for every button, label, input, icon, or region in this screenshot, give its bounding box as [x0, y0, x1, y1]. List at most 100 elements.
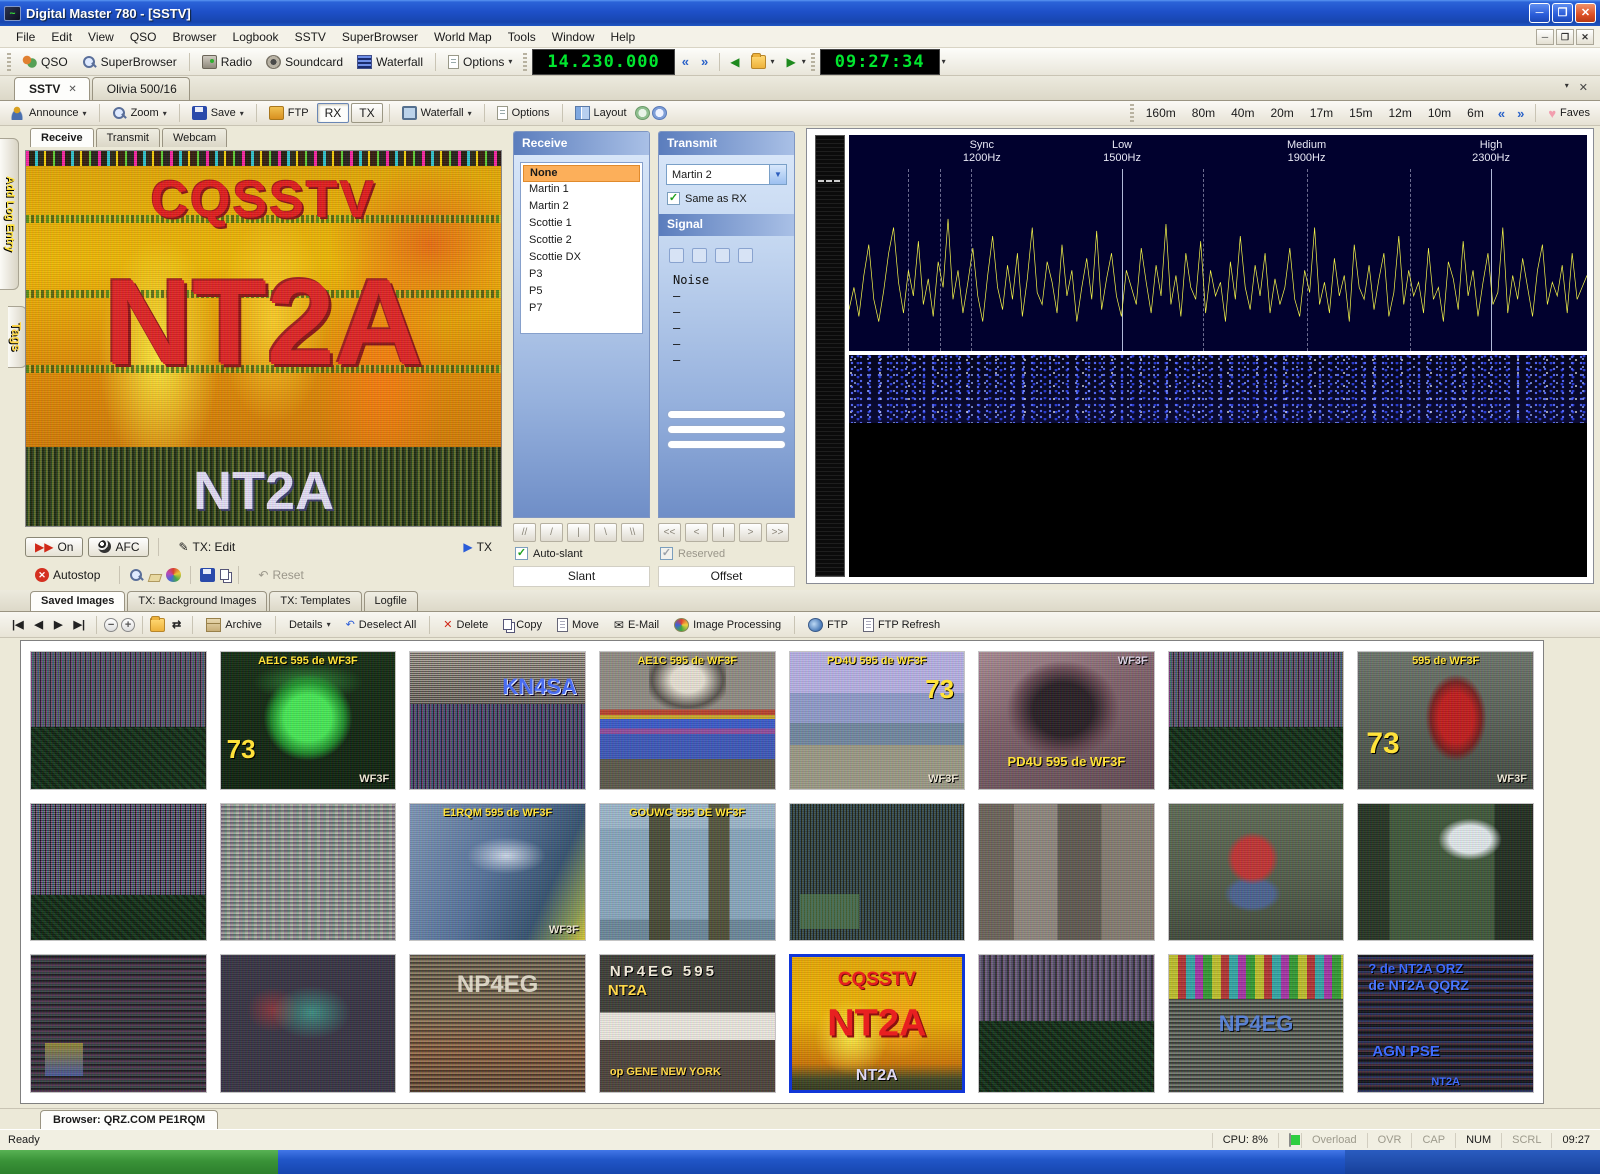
layout-button[interactable]: Layout: [569, 104, 633, 122]
gallery-thumbnail[interactable]: [220, 954, 397, 1093]
menu-tools[interactable]: Tools: [500, 27, 544, 47]
gallery-thumbnail[interactable]: GOUWC 595 DE WF3F: [599, 803, 776, 942]
mode-p3[interactable]: P3: [523, 267, 640, 284]
tab-saved-images[interactable]: Saved Images: [30, 591, 125, 611]
level-bar[interactable]: [667, 440, 786, 449]
offset-button[interactable]: >>: [766, 523, 789, 542]
band-160m[interactable]: 160m: [1139, 104, 1183, 122]
gallery-thumbnail[interactable]: NP4EG 595NT2Aop GENE NEW YORK: [599, 954, 776, 1093]
gallery-thumbnail[interactable]: [978, 954, 1155, 1093]
band-forward-button[interactable]: »: [1512, 106, 1529, 121]
email-button[interactable]: ✉E-Mail: [608, 616, 665, 634]
mode-p5[interactable]: P5: [523, 284, 640, 301]
save-button[interactable]: Save▾: [186, 104, 250, 122]
slant-button[interactable]: \\: [621, 523, 644, 542]
menu-edit[interactable]: Edit: [43, 27, 80, 47]
afc-button[interactable]: AFC: [88, 537, 149, 557]
tab-logfile[interactable]: Logfile: [364, 591, 418, 611]
save-image-icon[interactable]: [200, 568, 215, 582]
signal-square-button[interactable]: [738, 248, 753, 263]
offset-label-bar[interactable]: Offset: [658, 566, 795, 587]
sstv-options-button[interactable]: Options: [491, 104, 556, 122]
tx-mode-combobox[interactable]: Martin 2 ▼: [666, 164, 787, 185]
ftp-button[interactable]: FTP: [802, 616, 854, 634]
move-button[interactable]: Move: [551, 616, 605, 634]
signal-item[interactable]: –: [673, 289, 780, 305]
tab-close-button[interactable]: ✕: [1579, 81, 1588, 94]
signal-item[interactable]: –: [673, 305, 780, 321]
signal-square-button[interactable]: [715, 248, 730, 263]
announce-button[interactable]: Announce▾: [4, 104, 93, 122]
slant-button[interactable]: \: [594, 523, 617, 542]
signal-item[interactable]: –: [673, 353, 780, 369]
magnifier-icon[interactable]: [129, 568, 144, 582]
mode-scottiedx[interactable]: Scottie DX: [523, 250, 640, 267]
gallery-thumbnail[interactable]: NP4EG: [409, 954, 586, 1093]
open-folder-icon[interactable]: [150, 618, 165, 632]
gallery-thumbnail[interactable]: E1RQM 595 de WF3FWF3F: [409, 803, 586, 942]
tx-toggle[interactable]: TX: [351, 103, 382, 123]
band-10m[interactable]: 10m: [1421, 104, 1458, 122]
tab-browser-qrz[interactable]: Browser: QRZ.COM PE1RQM: [40, 1110, 218, 1129]
first-image-button[interactable]: |◀: [8, 616, 28, 633]
prev-button[interactable]: ◀: [726, 55, 743, 69]
menu-file[interactable]: File: [8, 27, 43, 47]
gallery-thumbnail-selected[interactable]: CQSSTVNT2ANT2A: [789, 954, 966, 1093]
menu-qso[interactable]: QSO: [122, 27, 165, 47]
band-12m[interactable]: 12m: [1381, 104, 1418, 122]
windows-taskbar[interactable]: [0, 1150, 1600, 1174]
slant-button[interactable]: //: [513, 523, 536, 542]
menu-browser[interactable]: Browser: [165, 27, 225, 47]
freq-back-button[interactable]: «: [677, 54, 694, 69]
signal-item[interactable]: –: [673, 337, 780, 353]
chevron-down-icon[interactable]: ▼: [769, 165, 786, 184]
gallery-thumbnail[interactable]: [220, 803, 397, 942]
gallery-thumbnail[interactable]: [789, 803, 966, 942]
details-button[interactable]: Details▾: [283, 617, 337, 633]
band-40m[interactable]: 40m: [1224, 104, 1261, 122]
child-minimize-button[interactable]: ─: [1536, 29, 1554, 45]
signal-square-button[interactable]: [692, 248, 707, 263]
next-image-button[interactable]: ▶: [50, 616, 66, 633]
gallery-thumbnail[interactable]: 595 de WF3F73WF3F: [1357, 651, 1534, 790]
menu-sstv[interactable]: SSTV: [287, 27, 334, 47]
clock-display[interactable]: 09:27:34: [820, 49, 940, 75]
delete-button[interactable]: ✕Delete: [437, 616, 494, 633]
soundcard-button[interactable]: Soundcard: [260, 53, 349, 71]
mode-martin1[interactable]: Martin 1: [523, 182, 640, 199]
tab-webcam[interactable]: Webcam: [162, 128, 227, 147]
level-bar[interactable]: [667, 410, 786, 419]
menu-logbook[interactable]: Logbook: [225, 27, 287, 47]
gallery-thumbnail[interactable]: [30, 803, 207, 942]
spectrum-display[interactable]: Sync1200Hz Low1500Hz Medium1900Hz High23…: [849, 135, 1587, 351]
checkbox-checked-icon[interactable]: ✓: [667, 192, 680, 205]
mode-scottie2[interactable]: Scottie 2: [523, 233, 640, 250]
frequency-display[interactable]: 14.230.000: [532, 49, 674, 75]
gallery-thumbnail[interactable]: ? de NT2A ORZde NT2A QQRZAGN PSENT2A: [1357, 954, 1534, 1093]
tab-tx-background-images[interactable]: TX: Background Images: [127, 591, 267, 611]
slant-button[interactable]: |: [567, 523, 590, 542]
copy-button[interactable]: Copy: [497, 617, 548, 633]
faves-button[interactable]: ♥Faves: [1542, 104, 1596, 123]
tx-button[interactable]: ▶TX: [453, 537, 502, 557]
gallery-thumbnail[interactable]: AE1C 595 de WF3F73WF3F: [220, 651, 397, 790]
waterfall-history[interactable]: [849, 423, 1587, 577]
band-20m[interactable]: 20m: [1263, 104, 1300, 122]
sidebar-tab-add-log-entry[interactable]: Add Log Entry: [0, 138, 19, 290]
zoom-in-icon[interactable]: +: [121, 618, 135, 632]
waterfall-view-button[interactable]: Waterfall▾: [396, 104, 478, 122]
taskbar-start-area[interactable]: [0, 1150, 278, 1174]
palette-icon[interactable]: [166, 568, 181, 582]
autostop-button[interactable]: ✕Autostop: [25, 565, 110, 585]
previous-image-button[interactable]: ◀: [31, 616, 47, 633]
same-as-rx-row[interactable]: ✓ Same as RX: [659, 189, 794, 208]
gallery-thumbnail[interactable]: [978, 803, 1155, 942]
signal-item[interactable]: –: [673, 321, 780, 337]
reset-button[interactable]: ↶Reset: [248, 565, 313, 585]
band-6m[interactable]: 6m: [1460, 104, 1491, 122]
mode-none[interactable]: None: [523, 165, 640, 182]
zoom-button[interactable]: Zoom▾: [106, 104, 173, 122]
tx-edit-button[interactable]: ✎TX: Edit: [168, 537, 245, 557]
gallery-thumbnail[interactable]: WF3FPD4U 595 de WF3F: [978, 651, 1155, 790]
mode-martin2[interactable]: Martin 2: [523, 199, 640, 216]
